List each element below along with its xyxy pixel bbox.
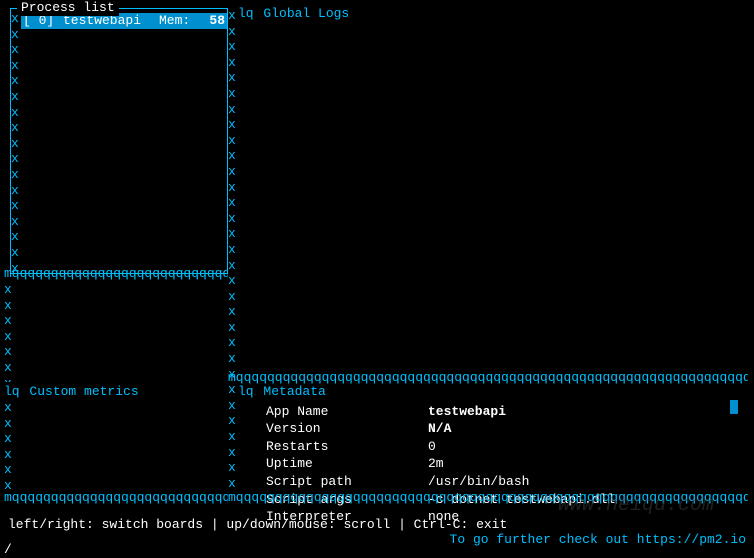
border-lq-prefix: lq	[4, 384, 20, 399]
metadata-key: Uptime	[262, 456, 422, 472]
border-lq-prefix: lq	[238, 6, 254, 21]
process-mem-value: 58	[199, 13, 225, 29]
metadata-row: App Nametestwebapi	[262, 404, 619, 420]
border-left-x2: xxxxxx	[4, 400, 14, 490]
global-logs-panel: lq Global Logs	[238, 6, 744, 376]
metadata-row: Script path/usr/bin/bash	[262, 474, 619, 490]
metadata-value: 0	[424, 439, 619, 455]
footer-bar: left/right: switch boards | up/down/mous…	[8, 517, 746, 548]
border-mid-x: xxxxxxxxxxxxxxxxxxxxxxxxxxxxxxx	[228, 8, 238, 494]
metadata-title: Metadata	[261, 384, 327, 399]
footer-link-text[interactable]: To go further check out https://pm2.io	[450, 532, 746, 548]
border-lq-prefix: lq	[238, 384, 254, 399]
metadata-row: Restarts0	[262, 439, 619, 455]
metadata-value: /usr/bin/bash	[424, 474, 619, 490]
metadata-key: Script path	[262, 474, 422, 490]
border-left-x: xxxxxxxxxxxxxxxxx	[11, 11, 21, 273]
process-list-title: Process list	[17, 0, 119, 16]
border-left-x3: xxxxxxx	[4, 282, 14, 382]
custom-metrics-title: Custom metrics	[27, 384, 140, 399]
border-qqq-1: mqqqqqqqqqqqqqqqqqqqqqqqqqqqqqqqq	[4, 266, 228, 281]
metadata-row: Uptime2m	[262, 456, 619, 472]
metadata-table: App NametestwebapiVersionN/ARestarts0Upt…	[260, 402, 621, 527]
border-qqq-3: mqqqqqqqqqqqqqqqqqqqqqqqqqqqqqqqq	[4, 490, 228, 505]
metadata-value: testwebapi	[424, 404, 619, 420]
metadata-panel: lq Metadata App NametestwebapiVersionN/A…	[238, 384, 744, 492]
metadata-key: Restarts	[262, 439, 422, 455]
footer-help-text: left/right: switch boards | up/down/mous…	[8, 517, 507, 532]
global-logs-title: Global Logs	[261, 6, 351, 21]
metadata-key: Version	[262, 421, 422, 437]
metadata-cursor	[730, 400, 738, 414]
prompt[interactable]: /	[4, 542, 12, 558]
border-qqq-2: mqqqqqqqqqqqqqqqqqqqqqqqqqqqqqqqqqqqqqqq…	[228, 370, 748, 385]
process-mem-label: Mem:	[159, 13, 199, 29]
custom-metrics-panel: lq Custom metrics xxxxxx	[4, 384, 228, 492]
metadata-value: 2m	[424, 456, 619, 472]
metadata-row: VersionN/A	[262, 421, 619, 437]
process-list-panel: Process list [ 0] testwebapi Mem: 58 xxx…	[10, 8, 228, 274]
metadata-value: N/A	[424, 421, 619, 437]
border-qqq-4: mqqqqqqqqqqqqqqqqqqqqqqqqqqqqqqqqqqqqqqq…	[228, 490, 748, 505]
metadata-key: App Name	[262, 404, 422, 420]
